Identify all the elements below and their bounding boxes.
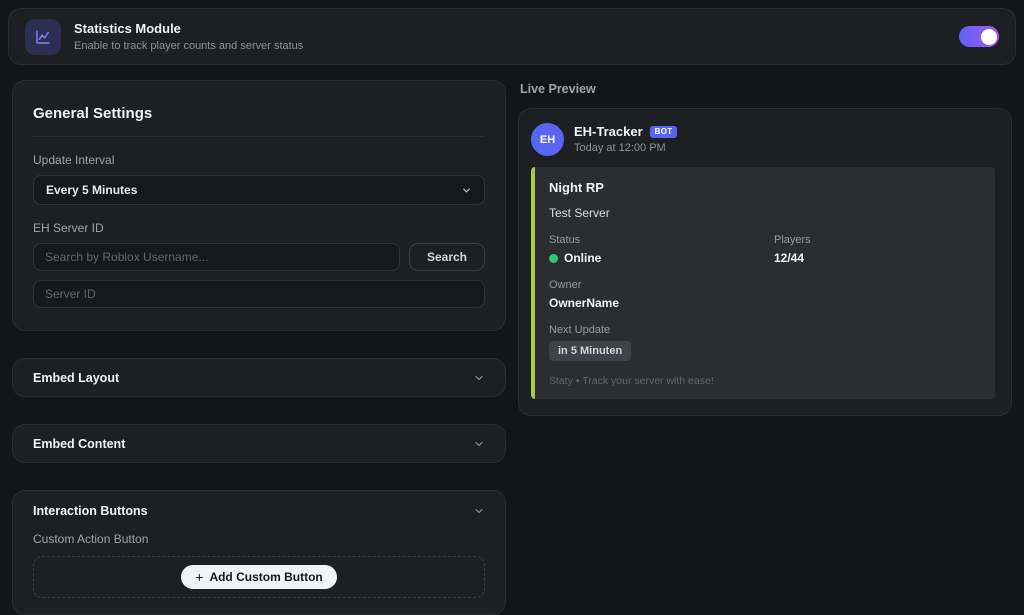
divider xyxy=(33,136,485,137)
interaction-buttons-title: Interaction Buttons xyxy=(33,503,148,518)
roblox-username-search-input[interactable] xyxy=(33,243,400,271)
interaction-buttons-card: Interaction Buttons Custom Action Button… xyxy=(12,490,506,615)
bot-author-name: EH-Tracker xyxy=(574,124,643,139)
add-custom-button[interactable]: + Add Custom Button xyxy=(181,565,337,589)
chevron-down-icon xyxy=(473,372,485,384)
owner-field-label: Owner xyxy=(549,279,582,291)
next-update-badge: in 5 Minuten xyxy=(549,341,632,361)
interaction-buttons-section-header[interactable]: Interaction Buttons xyxy=(33,491,485,530)
message-timestamp: Today at 12:00 PM xyxy=(574,142,666,154)
update-interval-select[interactable]: Every 5 Minutes xyxy=(33,175,485,205)
embed-footer: Staty • Track your server with ease! xyxy=(549,375,714,387)
players-field-value: 12/44 xyxy=(774,251,805,265)
search-button[interactable]: Search xyxy=(408,243,485,271)
players-field-label: Players xyxy=(774,234,811,246)
server-id-input[interactable] xyxy=(33,280,485,308)
online-status-dot-icon xyxy=(549,253,558,263)
discord-embed: Night RP Test Server Status Online Playe… xyxy=(531,167,995,399)
embed-field-status: Status Online xyxy=(549,234,774,265)
chevron-down-icon xyxy=(461,185,472,196)
line-chart-icon xyxy=(25,18,61,55)
bot-badge: BOT xyxy=(649,125,678,138)
embed-field-next-update: Next Update in 5 Minuten xyxy=(549,324,981,361)
custom-button-dropzone: + Add Custom Button xyxy=(33,556,485,598)
module-title: Statistics Module xyxy=(74,21,181,36)
embed-content-section-header[interactable]: Embed Content xyxy=(12,424,506,463)
embed-layout-section-header[interactable]: Embed Layout xyxy=(12,358,506,397)
avatar: EH xyxy=(531,123,564,156)
status-field-value: Online xyxy=(564,251,602,265)
statistics-module-page: Statistics Module Enable to track player… xyxy=(0,0,1024,615)
module-header: Statistics Module Enable to track player… xyxy=(8,8,1016,65)
eh-server-id-label: EH Server ID xyxy=(33,221,104,235)
toggle-knob xyxy=(980,28,997,45)
owner-field-value: OwnerName xyxy=(549,296,620,310)
general-settings-title: General Settings xyxy=(33,105,153,122)
live-preview-column: Live Preview EH EH-Tracker BOT Today at … xyxy=(518,80,1012,615)
embed-layout-title: Embed Layout xyxy=(33,370,120,385)
embed-field-owner: Owner OwnerName xyxy=(549,279,981,310)
custom-action-button-label: Custom Action Button xyxy=(33,532,149,546)
live-preview-heading: Live Preview xyxy=(520,82,596,96)
module-subtitle: Enable to track player counts and server… xyxy=(74,40,304,52)
embed-content-title: Embed Content xyxy=(33,436,126,451)
update-interval-value: Every 5 Minutes xyxy=(46,183,138,197)
live-preview-card: EH EH-Tracker BOT Today at 12:00 PM Nigh… xyxy=(518,108,1012,416)
next-update-field-label: Next Update xyxy=(549,324,611,336)
embed-description: Test Server xyxy=(549,206,610,220)
plus-icon: + xyxy=(195,569,204,585)
status-field-label: Status xyxy=(549,234,581,246)
embed-title: Night RP xyxy=(549,180,604,195)
chevron-down-icon xyxy=(473,438,485,450)
update-interval-label: Update Interval xyxy=(33,153,115,167)
general-settings-card: General Settings Update Interval Every 5… xyxy=(12,80,506,331)
module-enable-toggle[interactable] xyxy=(959,26,999,47)
chevron-down-icon xyxy=(473,505,485,517)
module-header-texts: Statistics Module Enable to track player… xyxy=(74,21,959,52)
settings-column: General Settings Update Interval Every 5… xyxy=(12,80,506,615)
discord-message-header: EH EH-Tracker BOT Today at 12:00 PM xyxy=(531,123,995,156)
embed-field-players: Players 12/44 xyxy=(774,234,981,265)
add-custom-button-label: Add Custom Button xyxy=(209,570,323,584)
